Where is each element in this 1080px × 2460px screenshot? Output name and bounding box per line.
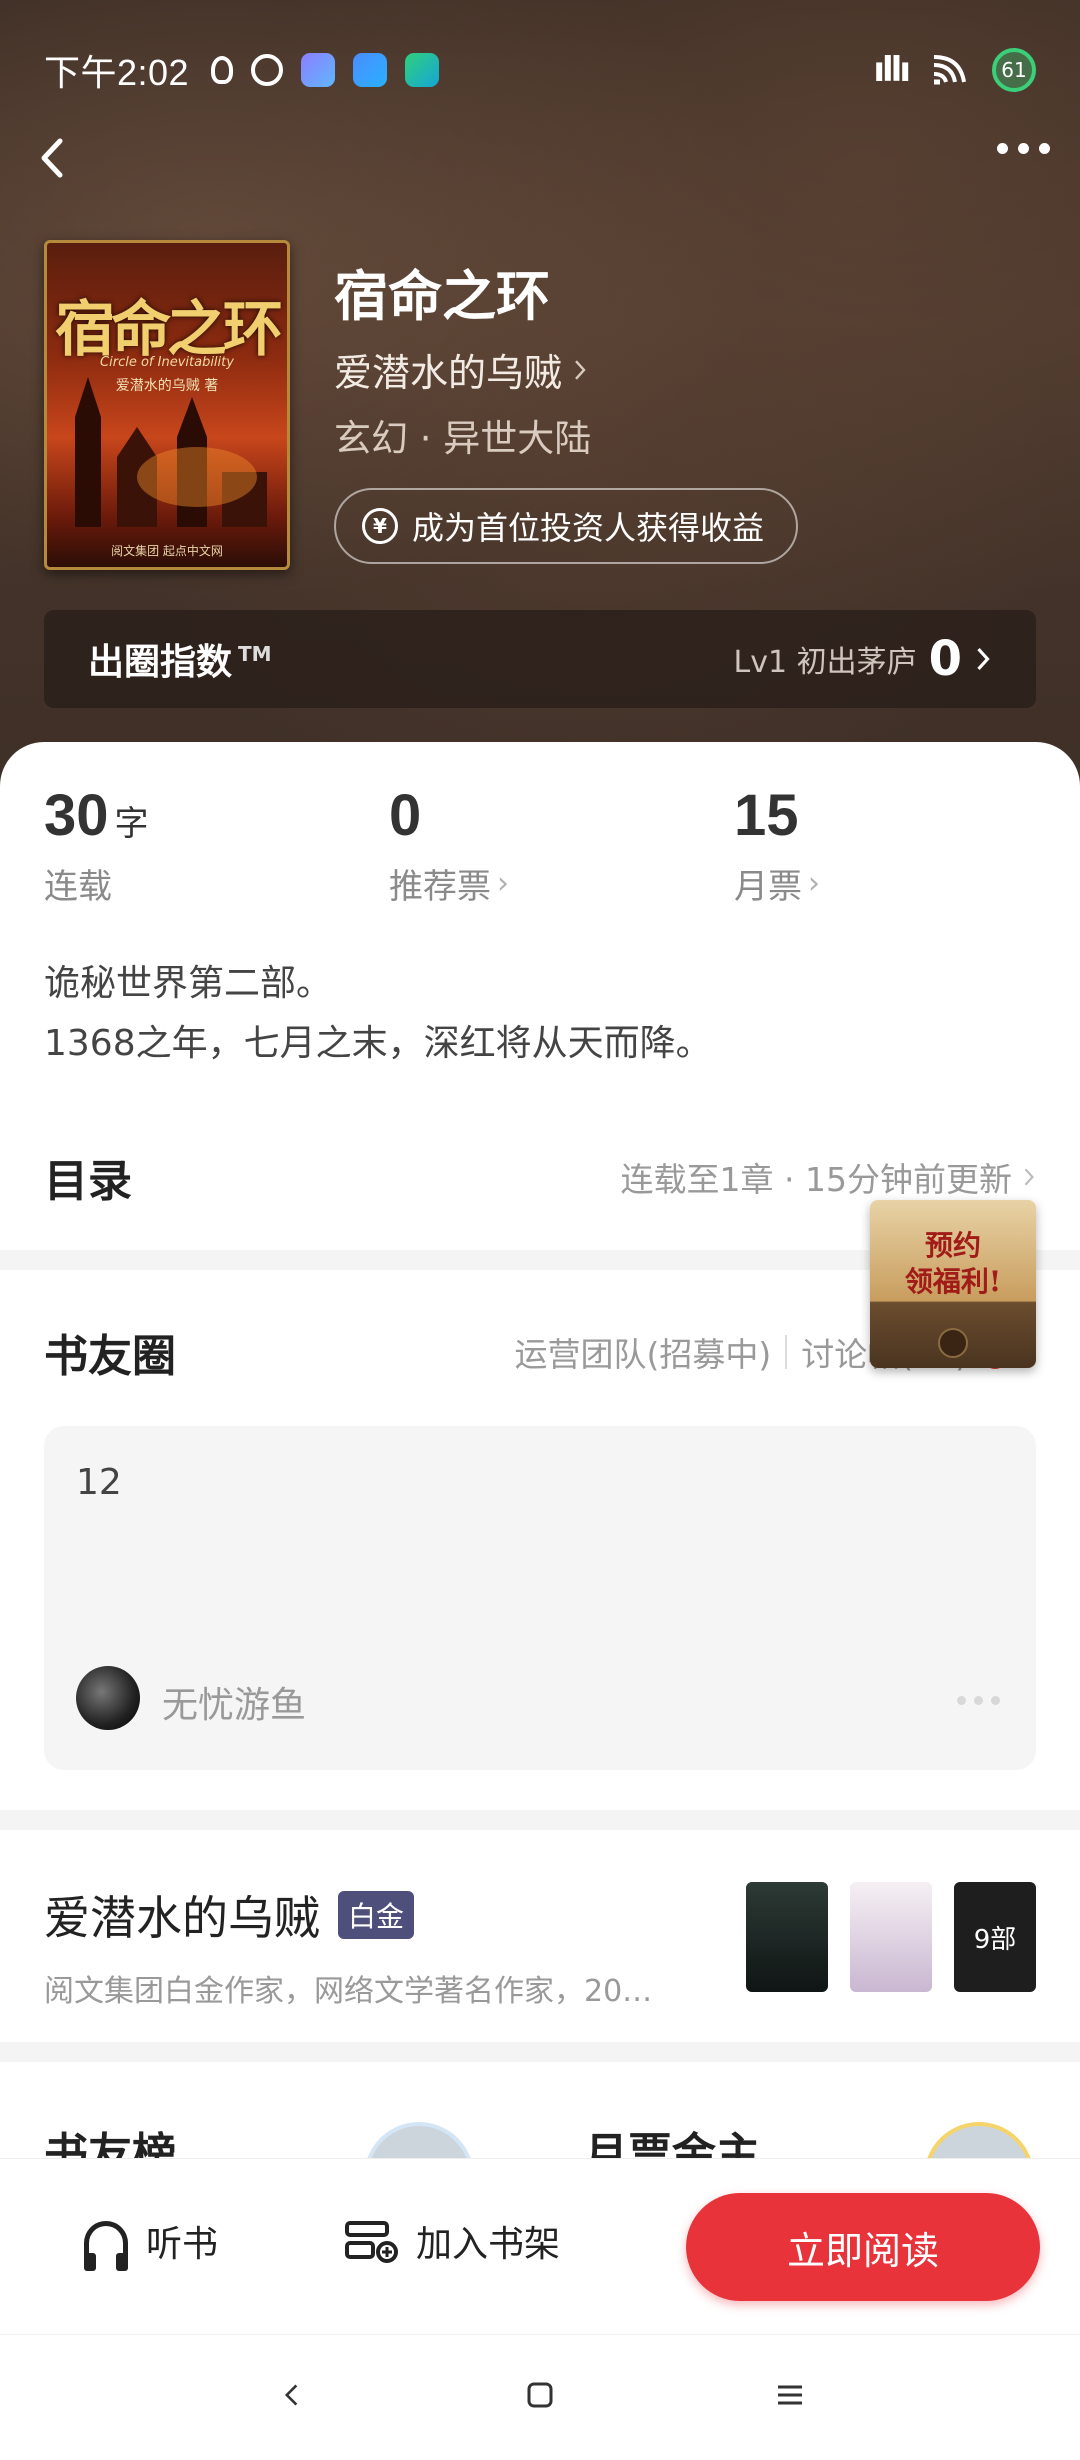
listen-label: 听书	[146, 2224, 219, 2265]
author-books: 9部	[746, 1882, 1036, 1992]
author-name: 爱潜水的乌贼	[334, 351, 563, 395]
index-level: Lv1 初出茅庐 0	[734, 631, 993, 687]
stat-label: 推荐票 ›	[389, 866, 509, 907]
avatar	[364, 2122, 474, 2162]
platinum-badge: 白金	[338, 1891, 415, 1939]
section-divider	[0, 1810, 1080, 1830]
stat-label: 月票 ›	[734, 866, 820, 907]
battery-icon: 61	[992, 48, 1036, 92]
post-username[interactable]: 无忧游鱼	[162, 1676, 306, 1728]
stat-number: 15	[734, 783, 799, 848]
intro-line: 1368之年，七月之末，深红将从天而降。	[44, 1023, 712, 1064]
stat-number: 0	[389, 783, 422, 848]
nav-back-icon[interactable]	[262, 2365, 322, 2425]
catalog-title: 目录	[44, 1156, 132, 1207]
fans-ranking-title: 书友榜	[44, 2129, 176, 2162]
chevron-right-icon: ›	[808, 866, 820, 901]
team-recruit[interactable]: 运营团队(招募中)	[515, 1328, 772, 1376]
post-card[interactable]: 12 无忧游鱼	[44, 1426, 1036, 1770]
chevron-right-icon	[1024, 1168, 1034, 1186]
catalog-status: 连载至1章 · 15分钟前更新	[621, 1153, 1036, 1201]
cover-publisher: 阅文集团 起点中文网	[111, 544, 223, 558]
seal-icon	[938, 1328, 968, 1358]
book-genre: 玄幻 · 异世大陆	[334, 417, 592, 460]
fans-ranking-row[interactable]: 书友榜 月票金主	[44, 2102, 1036, 2162]
circle-title: 书友圈	[44, 1331, 176, 1382]
status-right: ıllı 61	[873, 48, 1036, 92]
post-text: 12	[76, 1462, 122, 1503]
book-title: 宿命之环	[334, 265, 550, 328]
section-divider	[0, 2042, 1080, 2062]
cover-subtitle: Circle of Inevitability	[100, 355, 234, 370]
pin-icon	[211, 56, 234, 84]
listen-button[interactable]: 听书	[84, 2215, 219, 2271]
stat-unit: 字	[114, 804, 149, 844]
more-books-count[interactable]: 9部	[954, 1882, 1036, 1992]
book-stats: 30 字 连载 0 推荐票 › 15 月票 ›	[44, 782, 1044, 912]
separator	[785, 1335, 788, 1369]
app-notification-icon	[301, 53, 336, 87]
yen-icon: ¥	[362, 508, 398, 544]
chevron-right-icon: ›	[497, 866, 509, 901]
system-navigation-bar	[0, 2334, 1080, 2460]
status-time: 下午2:02	[44, 52, 190, 93]
monthly-sponsor-title: 月票金主	[584, 2129, 760, 2162]
wifi-icon	[933, 55, 966, 85]
stat-word-count: 30 字 连载	[44, 782, 149, 908]
invest-button[interactable]: ¥ 成为首位投资人获得收益	[334, 488, 799, 564]
stat-monthly-votes[interactable]: 15 月票 ›	[734, 782, 820, 908]
map-notification-icon	[405, 53, 440, 87]
status-bar: 下午2:02 ıllı 61	[0, 40, 1080, 100]
book-intro[interactable]: 诡秘世界第二部。 1368之年，七月之末，深红将从天而降。	[44, 954, 712, 1074]
nav-home-icon[interactable]	[510, 2365, 570, 2425]
chevron-left-icon[interactable]	[28, 133, 78, 183]
author-section[interactable]: 爱潜水的乌贼 白金 阅文集团白金作家，网络文学著名作家，20… 9部	[44, 1882, 1036, 2022]
book-thumbnail[interactable]	[850, 1882, 932, 1992]
index-level-text: Lv1 初出茅庐	[733, 645, 917, 680]
author-description: 阅文集团白金作家，网络文学著名作家，20…	[44, 1974, 653, 2009]
avatar	[924, 2122, 1034, 2162]
more-horizontal-icon[interactable]	[997, 143, 1050, 154]
stat-number: 30	[44, 783, 109, 848]
reservation-promo-envelope[interactable]: 预约 领福利!	[870, 1200, 1036, 1368]
castle-illustration	[75, 377, 267, 527]
index-value: 0	[928, 631, 962, 687]
trademark-mark: TM	[238, 642, 272, 666]
index-label: 出圈指数 TM	[88, 642, 272, 683]
intro-line: 诡秘世界第二部。	[44, 963, 333, 1004]
add-to-shelf-icon	[345, 2221, 398, 2263]
nav-menu-icon[interactable]	[760, 2365, 820, 2425]
author-name: 爱潜水的乌贼	[44, 1891, 320, 1945]
stat-label: 连载	[44, 867, 112, 907]
bottom-action-bar: 听书 加入书架 立即阅读	[0, 2158, 1080, 2334]
book-thumbnail[interactable]	[746, 1882, 828, 1992]
book-cover[interactable]: 宿命之环 Circle of Inevitability 爱潜水的乌贼 著 阅文…	[44, 240, 290, 570]
read-now-button[interactable]: 立即阅读	[686, 2193, 1040, 2301]
author-link[interactable]: 爱潜水的乌贼	[334, 342, 588, 397]
carousel-dots	[957, 1696, 1000, 1705]
notification-icons	[211, 53, 440, 87]
stat-recommend-votes[interactable]: 0 推荐票 ›	[389, 782, 509, 908]
chevron-right-icon	[977, 648, 990, 670]
popularity-index-bar[interactable]: 出圈指数 TM Lv1 初出茅庐 0	[44, 610, 1036, 708]
top-navigation	[0, 125, 1080, 195]
signal-icon: ıllı	[873, 50, 911, 90]
add-to-shelf-button[interactable]: 加入书架	[344, 2215, 560, 2267]
chevron-right-icon	[575, 359, 586, 380]
avatar[interactable]	[76, 1666, 140, 1730]
add-shelf-label: 加入书架	[416, 2224, 561, 2265]
invest-label: 成为首位投资人获得收益	[412, 509, 765, 547]
headphones-icon	[84, 2221, 128, 2271]
promo-text: 预约 领福利!	[904, 1229, 1002, 1298]
alarm-icon	[251, 54, 284, 86]
browser-notification-icon	[353, 53, 388, 87]
